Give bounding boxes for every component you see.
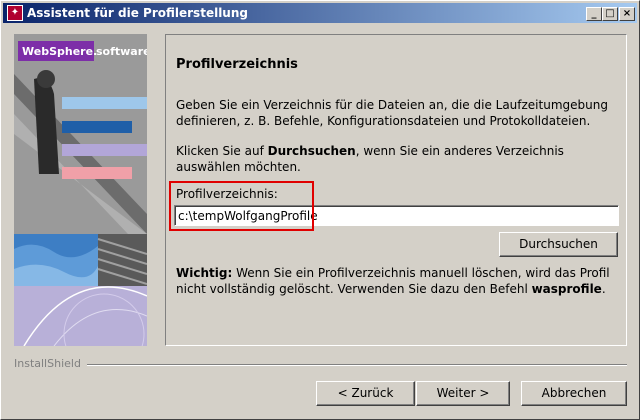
browse-button[interactable]: Durchsuchen <box>499 232 618 257</box>
title-bar[interactable]: ✦ Assistent für die Profilerstellung _ □… <box>3 3 637 23</box>
profile-dir-input[interactable] <box>174 205 619 226</box>
window-title: Assistent für die Profilerstellung <box>27 6 248 20</box>
banner-graphic <box>14 34 147 346</box>
note-label: Wichtig: <box>176 266 233 280</box>
profile-dir-label: Profilverzeichnis: <box>176 187 278 201</box>
wizard-window: ✦ Assistent für die Profilerstellung _ □… <box>0 0 640 420</box>
close-icon[interactable]: × <box>619 7 635 21</box>
next-button[interactable]: Weiter > <box>416 381 510 406</box>
browse-hint-bold: Durchsuchen <box>267 144 356 158</box>
installshield-label: InstallShield <box>14 357 81 370</box>
maximize-icon[interactable]: □ <box>602 7 618 21</box>
browse-hint: Klicken Sie auf Durchsuchen, wenn Sie ei… <box>176 143 616 175</box>
note-end: . <box>601 282 606 296</box>
minimize-icon[interactable]: _ <box>586 7 602 21</box>
websphere-banner: WebSphere. software <box>14 34 147 346</box>
brand-suffix: software <box>96 45 147 58</box>
content-panel: Profilverzeichnis Geben Sie ein Verzeich… <box>165 34 627 346</box>
browse-hint-pre: Klicken Sie auf <box>176 144 268 158</box>
note-command: wasprofile <box>531 282 602 296</box>
back-button[interactable]: < Zurück <box>316 381 415 406</box>
description-text: Geben Sie ein Verzeichnis für die Dateie… <box>176 98 608 128</box>
footer-divider <box>87 364 627 366</box>
important-note: Wichtig: Wenn Sie ein Profilverzeichnis … <box>176 265 616 297</box>
cancel-button[interactable]: Abbrechen <box>521 381 627 406</box>
app-icon: ✦ <box>7 5 23 21</box>
brand-name: WebSphere. <box>22 45 98 58</box>
page-title: Profilverzeichnis <box>176 57 298 72</box>
